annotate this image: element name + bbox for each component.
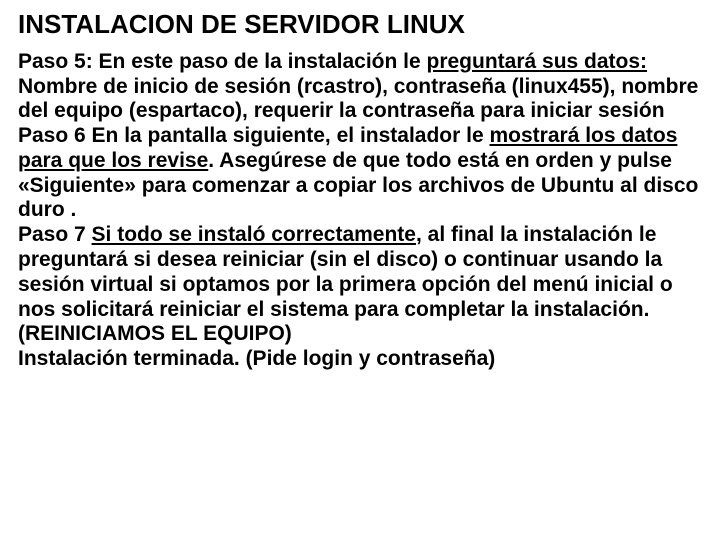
step5-rest: Nombre de inicio de sesión (rcastro), co…: [18, 75, 698, 123]
ending-line: Instalación terminada. (Pide login y con…: [18, 347, 495, 370]
step5-underline: preguntará sus datos:: [427, 50, 648, 73]
step6-a: Paso 6 En la pantalla siguiente, el inst…: [18, 124, 490, 147]
step7-underline: Si todo se instaló correctamente: [92, 223, 416, 246]
document-page: INSTALACION DE SERVIDOR LINUX Paso 5: En…: [0, 0, 720, 372]
step5-lead: Paso 5: En este paso de la instalación l…: [18, 50, 427, 73]
document-body: Paso 5: En este paso de la instalación l…: [18, 50, 702, 372]
step7-a: Paso 7: [18, 223, 92, 246]
page-title: INSTALACION DE SERVIDOR LINUX: [18, 10, 702, 40]
